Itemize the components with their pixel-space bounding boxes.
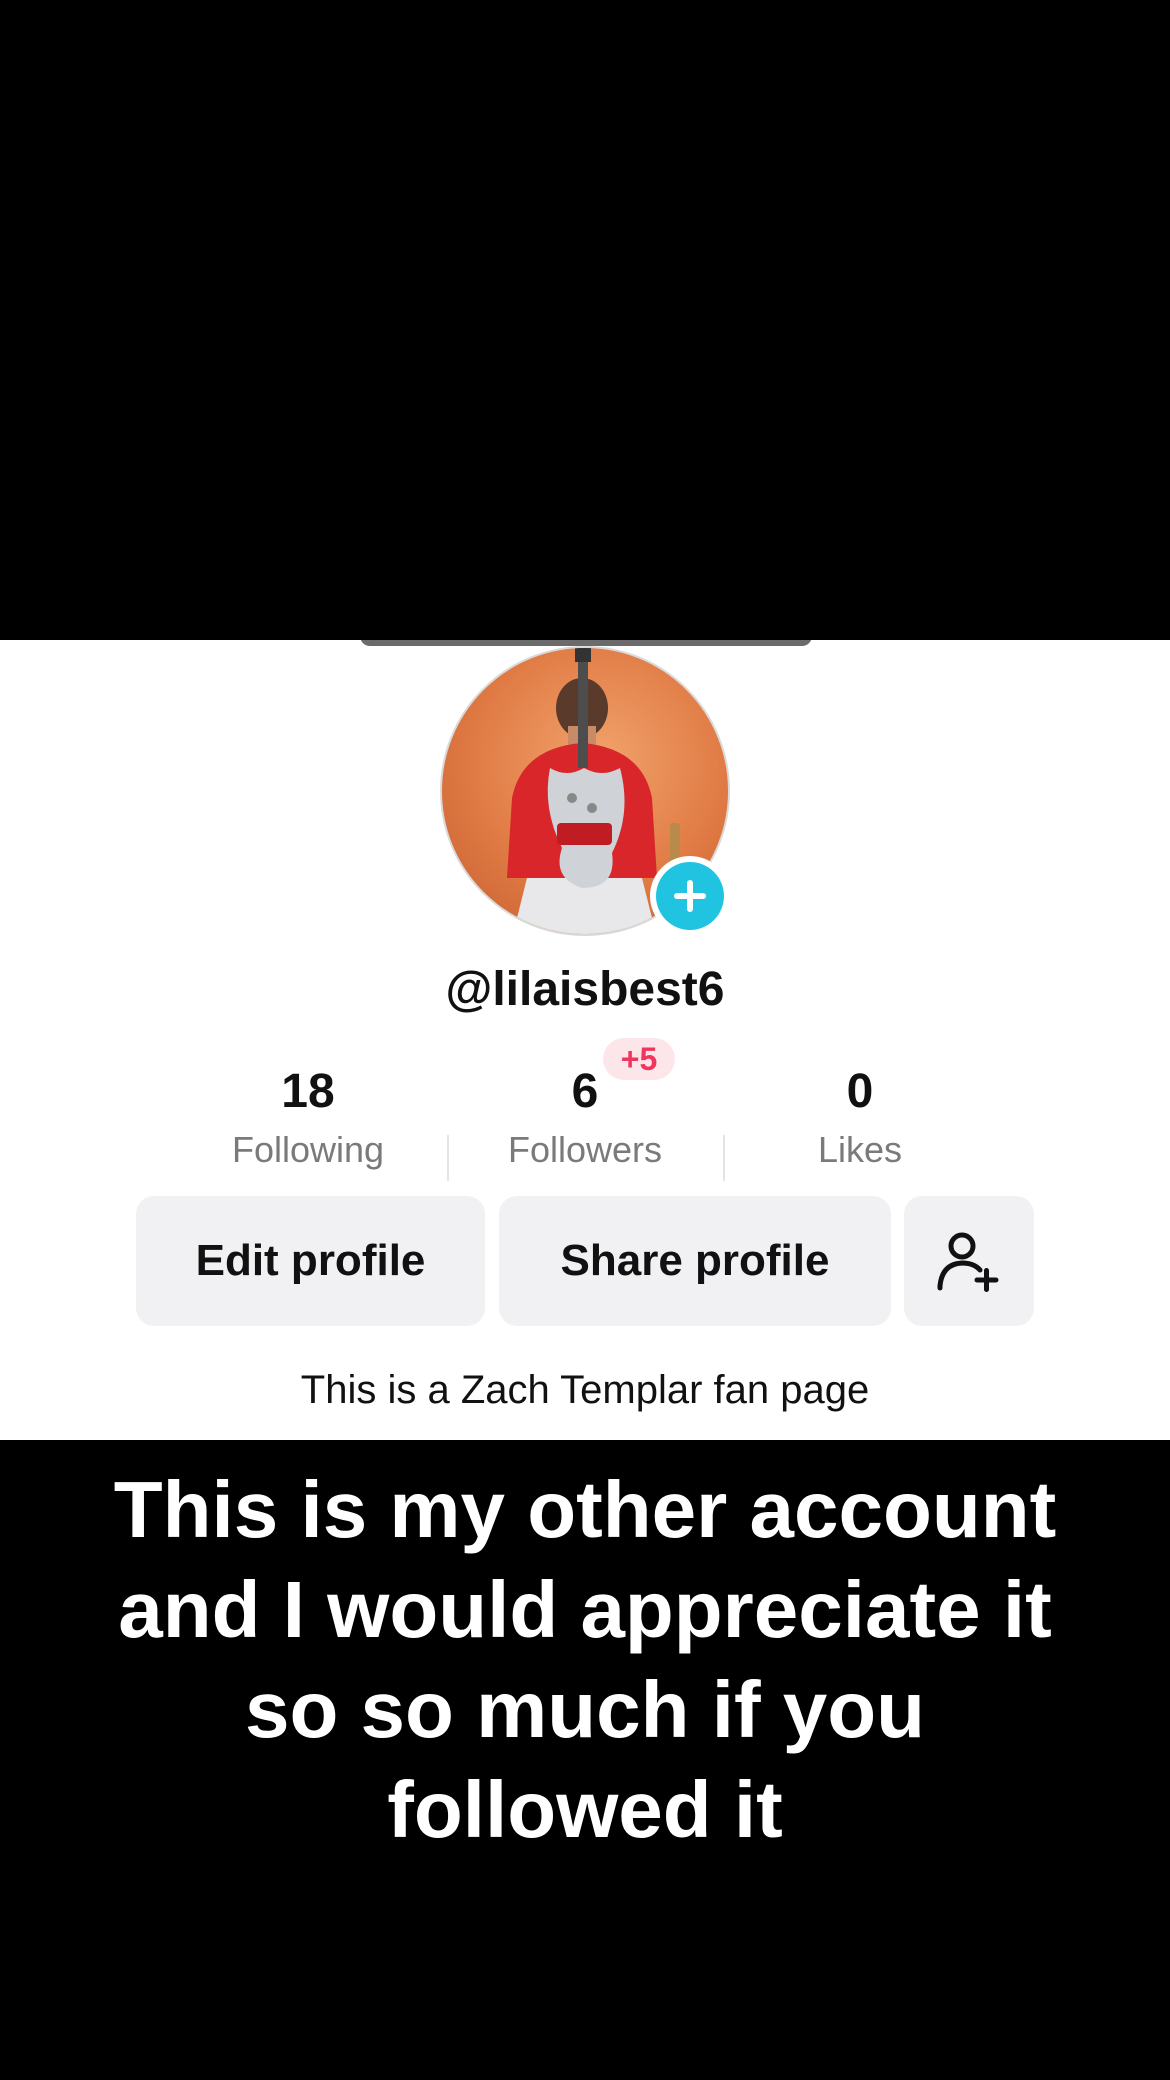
caption-line: and I would appreciate it (118, 1565, 1052, 1654)
stat-following[interactable]: 18 Following (188, 1040, 428, 1168)
profile-bio: This is a Zach Templar fan page (300, 1368, 870, 1412)
following-count: 18 (281, 1065, 335, 1118)
new-followers-badge: +5 (603, 1038, 675, 1080)
stats-divider (447, 1135, 449, 1181)
plus-icon (674, 880, 706, 912)
add-user-icon (937, 1232, 999, 1292)
username[interactable]: @lilaisbest6 (0, 962, 1170, 1017)
video-caption: This is my other account and I would app… (60, 1460, 1110, 1860)
profile-stats: 18 Following 6 Followers 0 Likes (0, 1040, 1170, 1181)
likes-count: 0 (846, 1065, 874, 1118)
caption-line: followed it (387, 1765, 783, 1854)
add-friend-button[interactable] (904, 1196, 1034, 1326)
followers-count: 6 (571, 1065, 599, 1118)
stat-likes[interactable]: 0 Likes (740, 1040, 980, 1168)
stats-divider (723, 1135, 725, 1181)
likes-label: Likes (817, 1129, 903, 1170)
caption-line: This is my other account (113, 1465, 1057, 1554)
following-label: Following (231, 1129, 385, 1170)
top-black-area (0, 0, 1170, 640)
share-profile-button[interactable]: Share profile (499, 1196, 891, 1326)
profile-panel: @lilaisbest6 18 Following 6 Followers 0 … (0, 640, 1170, 1440)
followers-label: Followers (507, 1129, 663, 1170)
caption-line: so so much if you (244, 1665, 926, 1754)
avatar-container[interactable] (440, 646, 730, 936)
add-avatar-button[interactable] (650, 856, 730, 936)
edit-profile-button[interactable]: Edit profile (136, 1196, 485, 1326)
